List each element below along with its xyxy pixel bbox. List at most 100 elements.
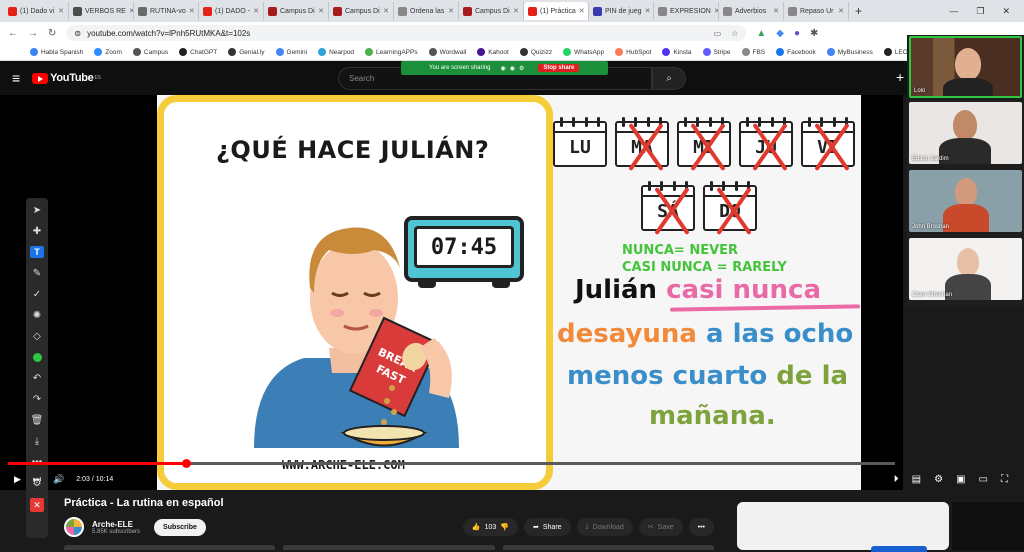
bookmark-item[interactable]: Quizizz: [519, 48, 552, 56]
close-annotation-icon[interactable]: ✕: [30, 498, 44, 512]
bookmark-item[interactable]: Zoom: [94, 48, 122, 56]
theater-mode-icon[interactable]: ▭: [979, 474, 988, 485]
forward-icon[interactable]: →: [28, 28, 38, 39]
bookmark-item[interactable]: Facebook: [776, 48, 816, 56]
browser-tab[interactable]: Ordena las ✕: [394, 2, 459, 20]
participant-tile[interactable]: John Brosnan: [909, 170, 1022, 232]
share-button[interactable]: ➦ Share: [523, 518, 571, 536]
channel-avatar[interactable]: [64, 517, 84, 537]
browser-tab[interactable]: VERBOS RE✕: [69, 2, 134, 20]
pointer-icon[interactable]: ➤: [30, 204, 44, 216]
tab-close-icon[interactable]: ✕: [513, 7, 519, 15]
new-tab-button[interactable]: +: [855, 4, 862, 18]
bookmark-item[interactable]: FBS: [741, 48, 765, 56]
more-actions-button[interactable]: •••: [688, 518, 714, 536]
bookmark-item[interactable]: WhatsApp: [563, 48, 604, 56]
settings-icon[interactable]: ⚙: [934, 474, 943, 485]
browser-tab[interactable]: (1) DADO - ✕: [199, 2, 264, 20]
search-button[interactable]: ⌕: [652, 67, 686, 90]
tab-close-icon[interactable]: ✕: [838, 7, 844, 15]
spotlight-icon[interactable]: ✺: [30, 309, 44, 321]
browser-tab[interactable]: Adverbios ✕: [719, 2, 784, 20]
eraser-icon[interactable]: ◇: [30, 330, 44, 342]
tab-close-icon[interactable]: ✕: [253, 7, 259, 15]
bookmark-item[interactable]: Nearpod: [318, 48, 354, 56]
bookmark-item[interactable]: LearningAPPs: [365, 48, 418, 56]
browser-tab[interactable]: RUTINA-vo ✕: [134, 2, 199, 20]
subscribe-button[interactable]: Subscribe: [154, 518, 206, 536]
trash-icon[interactable]: 🗑: [30, 414, 44, 426]
tab-close-icon[interactable]: ✕: [383, 7, 389, 15]
reload-icon[interactable]: ↻: [48, 28, 56, 39]
tab-close-icon[interactable]: ✕: [773, 7, 779, 15]
extension-drive-icon[interactable]: ▲: [756, 28, 766, 39]
checkmark-icon[interactable]: ✓: [30, 288, 44, 300]
participant-tile[interactable]: Clare Sheehan: [909, 238, 1022, 300]
video-player[interactable]: ¿QUÉ HACE JULIÁN? BREAK FAST 07:45 WWW.A…: [0, 95, 903, 538]
tab-close-icon[interactable]: ✕: [645, 7, 651, 15]
tab-close-icon[interactable]: ✕: [448, 7, 454, 15]
browser-tab[interactable]: EXPRESION✕: [654, 2, 719, 20]
bookmark-item[interactable]: Kinsta: [662, 48, 692, 56]
save-icon[interactable]: ⤓: [30, 435, 44, 447]
recommended-card[interactable]: [737, 502, 949, 552]
close-icon[interactable]: ✕: [1002, 6, 1010, 17]
bookmark-item[interactable]: Gemini: [275, 48, 307, 56]
download-button[interactable]: ⤓ Download: [576, 518, 633, 536]
camera-icon[interactable]: ◉: [510, 65, 515, 72]
youtube-logo[interactable]: YouTube ES: [32, 72, 101, 84]
progress-scrubber[interactable]: [181, 459, 191, 468]
tab-close-icon[interactable]: ✕: [189, 7, 195, 15]
color-picker[interactable]: [30, 351, 44, 363]
bookmark-item[interactable]: Kahoot: [477, 48, 509, 56]
tab-close-icon[interactable]: ✕: [579, 7, 585, 15]
bookmark-item[interactable]: Habla Spanish: [30, 48, 83, 56]
thumbs-down-icon[interactable]: 👎: [500, 523, 509, 531]
redo-icon[interactable]: ↷: [30, 393, 44, 405]
bookmark-item[interactable]: Campus: [132, 48, 168, 56]
tab-close-icon[interactable]: ✕: [318, 7, 324, 15]
volume-icon[interactable]: 🔊: [53, 474, 64, 485]
browser-tab[interactable]: Campus Di ✕: [329, 2, 394, 20]
participant-tile[interactable]: Edson Jardim: [909, 102, 1022, 164]
browser-tab[interactable]: Repaso Ur ✕: [784, 2, 849, 20]
pen-icon[interactable]: ✎: [30, 267, 44, 279]
fullscreen-icon[interactable]: ⛶: [1001, 474, 1008, 485]
subtitles-icon[interactable]: ▤: [912, 474, 921, 485]
mic-icon[interactable]: ◉: [501, 65, 506, 72]
video-frame[interactable]: ¿QUÉ HACE JULIÁN? BREAK FAST 07:45 WWW.A…: [157, 95, 861, 490]
restore-icon[interactable]: ❐: [976, 6, 984, 17]
create-button[interactable]: +: [896, 69, 904, 85]
bookmark-item[interactable]: Wordwall: [428, 48, 466, 56]
site-info-icon[interactable]: ⊜: [74, 29, 81, 38]
move-icon[interactable]: ✚: [30, 225, 44, 237]
minimize-icon[interactable]: —: [949, 6, 958, 17]
channel-name[interactable]: Arche-ELE: [92, 520, 140, 529]
browser-tab[interactable]: PIN de jueg ✕: [589, 2, 654, 20]
undo-icon[interactable]: ↶: [30, 372, 44, 384]
extension-icon[interactable]: ●: [794, 28, 800, 39]
tab-close-icon[interactable]: ✕: [58, 7, 64, 15]
browser-tab[interactable]: Campus Di ✕: [264, 2, 329, 20]
bookmark-star-icon[interactable]: ☆: [731, 29, 738, 38]
extension-puzzle-icon[interactable]: ✱: [810, 28, 818, 39]
next-icon[interactable]: ⏭: [33, 474, 41, 485]
text-tool-icon[interactable]: T: [30, 246, 44, 258]
hamburger-menu-icon[interactable]: ≡: [12, 70, 20, 86]
play-icon[interactable]: ▶: [14, 474, 21, 485]
save-button[interactable]: ✂ Save: [638, 518, 683, 536]
browser-tab[interactable]: (1) Dado vi ✕: [4, 2, 69, 20]
browser-tab[interactable]: (1) Práctica ✕: [524, 2, 589, 20]
participant-tile[interactable]: Lolo: [909, 36, 1022, 98]
bookmark-item[interactable]: Genial.ly: [228, 48, 265, 56]
back-icon[interactable]: ←: [8, 28, 18, 39]
autoplay-toggle-icon[interactable]: ⏵: [894, 474, 899, 485]
bookmark-item[interactable]: Stripe: [702, 48, 731, 56]
progress-bar[interactable]: [8, 459, 895, 468]
miniplayer-icon[interactable]: ▣: [956, 474, 965, 485]
browser-tab[interactable]: Campus Di ✕: [459, 2, 524, 20]
bookmark-item[interactable]: MyBusiness: [826, 48, 873, 56]
cast-icon[interactable]: ▭: [714, 29, 722, 38]
like-button[interactable]: 👍 103 👎: [462, 518, 518, 536]
bookmark-item[interactable]: ChatGPT: [179, 48, 217, 56]
